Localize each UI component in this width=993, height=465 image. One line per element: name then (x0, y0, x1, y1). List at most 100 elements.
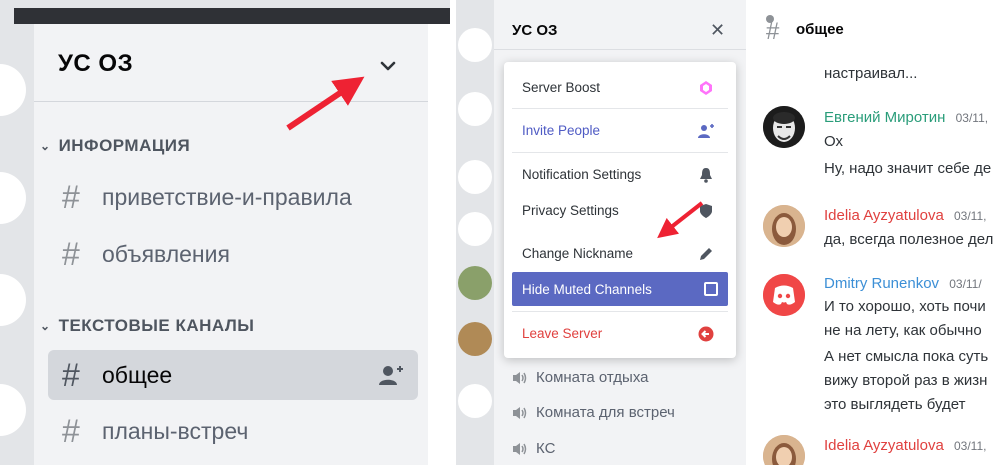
hash-icon: # (62, 356, 80, 393)
voice-channel-label: КС (536, 440, 556, 457)
avatar[interactable] (458, 266, 492, 300)
server-icon[interactable] (458, 384, 492, 418)
server-icon[interactable] (458, 212, 492, 246)
message-text: А нет смысла пока суть (824, 348, 989, 365)
voice-channel-item[interactable]: Комната для встреч (512, 404, 675, 421)
author-name[interactable]: Idelia Ayzyatulova (824, 207, 944, 224)
server-dropdown-menu: Server Boost Invite People Notification … (504, 62, 736, 358)
server-icon[interactable] (0, 172, 26, 224)
channel-sidebar: УС ОЗ ⌄ ИНФОРМАЦИЯ # приветствие-и-прави… (34, 24, 428, 465)
avatar-photo (763, 435, 805, 465)
avatar[interactable] (763, 435, 805, 465)
server-rail (456, 0, 494, 465)
menu-item-change-nickname[interactable]: Change Nickname (512, 236, 728, 270)
server-icon[interactable] (0, 274, 26, 326)
category-label: ИНФОРМАЦИЯ (58, 136, 191, 155)
menu-item-notification-settings[interactable]: Notification Settings (512, 157, 728, 191)
leave-icon (698, 326, 714, 342)
message-date: 03/11, (953, 209, 987, 223)
message-author[interactable]: Евгений Миротин 03/11, (824, 109, 988, 126)
message-text: настраивал... (824, 65, 918, 82)
close-icon[interactable]: ✕ (710, 20, 725, 41)
message-text: не на лету, как обычно (824, 322, 982, 339)
channel-label: приветствие-и-правила (102, 183, 352, 210)
server-icon[interactable] (0, 384, 26, 436)
menu-item-privacy-settings[interactable]: Privacy Settings (512, 193, 728, 227)
avatar[interactable] (763, 106, 805, 148)
message-date: 03/11/ (949, 277, 982, 291)
divider (512, 108, 728, 109)
menu-item-server-boost[interactable]: Server Boost (512, 70, 728, 104)
notification-dot (766, 15, 774, 23)
menu-item-label: Leave Server (522, 325, 603, 341)
menu-item-leave-server[interactable]: Leave Server (512, 316, 728, 350)
menu-item-label: Hide Muted Channels (522, 281, 652, 297)
voice-channel-label: Комната отдыха (536, 369, 649, 386)
message-text: Ох (824, 133, 843, 150)
message-text: И то хорошо, хоть почи (824, 298, 986, 315)
chevron-down-icon: ⌄ (40, 139, 51, 153)
boost-icon (700, 81, 712, 95)
message-text: вижу второй раз в жизн (824, 372, 988, 389)
avatar[interactable] (458, 322, 492, 356)
channel-label: общее (102, 361, 173, 388)
divider (512, 311, 728, 312)
server-icon[interactable] (458, 160, 492, 194)
server-header[interactable]: УС ОЗ (34, 24, 428, 102)
server-icon[interactable] (458, 92, 492, 126)
message-text: Ну, надо значит себе де (824, 160, 992, 177)
speaker-icon (513, 406, 527, 419)
channel-title: общее (796, 21, 844, 38)
author-name[interactable]: Евгений Миротин (824, 109, 945, 126)
avatar-photo (763, 205, 805, 247)
server-icon[interactable] (458, 28, 492, 62)
menu-item-invite-people[interactable]: Invite People (512, 113, 728, 147)
message-author[interactable]: Idelia Ayzyatulova 03/11, (824, 207, 986, 224)
channel-item-announcements[interactable]: # объявления (48, 229, 418, 279)
divider (512, 152, 728, 153)
channel-label: объявления (102, 240, 230, 267)
checkbox-icon[interactable] (704, 282, 718, 296)
speaker-icon (513, 442, 527, 455)
invite-icon (698, 124, 714, 138)
server-title: УС ОЗ (512, 22, 558, 39)
server-header[interactable]: УС ОЗ ✕ (494, 10, 746, 50)
discord-logo-icon (763, 274, 805, 316)
message-text: да, всегда полезное дел (824, 231, 993, 248)
message-text: это выглядеть будет (824, 396, 966, 413)
author-name[interactable]: Dmitry Runenkov (824, 275, 939, 292)
hash-icon: # (62, 235, 80, 272)
menu-item-label: Change Nickname (522, 245, 634, 261)
category-text-channels[interactable]: ⌄ ТЕКСТОВЫЕ КАНАЛЫ (40, 316, 254, 336)
voice-channel-item[interactable]: Комната отдыха (512, 369, 649, 386)
speaker-icon (513, 371, 527, 384)
author-name[interactable]: Idelia Ayzyatulova (824, 437, 944, 454)
message-author[interactable]: Idelia Ayzyatulova 03/11, (824, 437, 986, 454)
server-icon[interactable] (0, 64, 26, 116)
server-rail (0, 24, 34, 465)
menu-item-label: Server Boost (522, 79, 601, 95)
menu-item-label: Notification Settings (522, 166, 642, 182)
voice-channel-item[interactable]: КС (512, 440, 555, 457)
category-info[interactable]: ⌄ ИНФОРМАЦИЯ (40, 136, 190, 156)
avatar[interactable] (763, 274, 805, 316)
message-author[interactable]: Dmitry Runenkov 03/11/ (824, 275, 982, 292)
server-title: УС ОЗ (58, 50, 134, 77)
hash-icon: # (62, 412, 80, 449)
menu-item-label: Invite People (522, 122, 601, 138)
hash-icon: # (62, 178, 80, 215)
avatar[interactable] (763, 205, 805, 247)
bell-icon (700, 168, 712, 183)
shield-icon (700, 204, 712, 218)
category-label: ТЕКСТОВЫЕ КАНАЛЫ (58, 316, 255, 335)
chevron-down-icon[interactable] (380, 58, 396, 74)
discord-screenshot: УС ОЗ ⌄ ИНФОРМАЦИЯ # приветствие-и-прави… (0, 0, 993, 465)
menu-item-hide-muted-channels[interactable]: Hide Muted Channels (512, 272, 728, 306)
channel-item-welcome[interactable]: # приветствие-и-правила (48, 172, 418, 222)
message-date: 03/11, (955, 111, 989, 125)
channel-label: планы-встреч (102, 417, 249, 444)
channel-item-plans[interactable]: # планы-встреч (48, 406, 418, 456)
add-member-icon[interactable] (378, 364, 404, 386)
channel-item-general[interactable]: # общее (48, 350, 418, 400)
pencil-icon (700, 248, 712, 260)
